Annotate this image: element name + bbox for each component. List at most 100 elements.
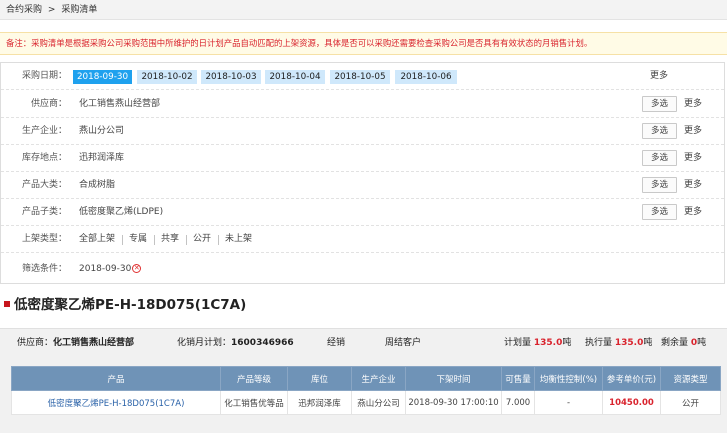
product-info-bar: 供应商：化工销售燕山经营部 化销月计划：1600346966 经销 周结客户 计… [0,328,727,356]
info-monthly-plan-value: 1600346966 [231,338,294,348]
warehouse-multi-select-button[interactable]: 多选 [642,150,677,166]
col-product: 产品 [11,366,221,391]
cell-product-link[interactable]: 低密度聚乙烯PE-H-18D075(1C7A) [11,390,221,415]
col-manufacturer: 生产企业 [351,366,406,391]
filter-label-condition: 筛选条件： [21,264,67,274]
product-table-area: 产品 产品等级 库位 生产企业 下架时间 可售量 均衡性控制(%) 参考单价(元… [0,356,727,433]
manufacturer-more-link[interactable]: 更多 [684,118,702,145]
filter-row-subcategory: 产品子类： 低密度聚乙烯(LDPE) 多选 更多 [1,199,724,226]
category-more-link[interactable]: 更多 [684,172,702,199]
filter-label-category: 产品大类： [21,180,67,190]
info-executed-label: 执行量 [585,338,613,348]
subcategory-more-link[interactable]: 更多 [684,199,702,226]
breadcrumb: 合约采购 > 采购清单 [0,0,727,20]
info-remaining: 剩余量 0吨 [661,329,706,357]
col-off-shelf-time: 下架时间 [405,366,502,391]
cell-location: 迅邦润泽库 [287,390,352,415]
breadcrumb-current: 采购清单 [61,5,98,15]
filter-panel: 采购日期： 2018-09-30 2018-10-02 2018-10-03 2… [0,62,725,284]
listing-type-shared[interactable]: 共享 [161,226,179,253]
info-planned: 计划量 135.0吨 [504,329,571,357]
filter-label-warehouse: 库存地点： [21,153,67,163]
subcategory-multi-select-button[interactable]: 多选 [642,204,677,220]
warehouse-more-link[interactable]: 更多 [684,145,702,172]
filter-row-date: 采购日期： 2018-09-30 2018-10-02 2018-10-03 2… [1,63,724,90]
cell-off-shelf-time: 2018-09-30 17:00:10 [405,390,502,415]
manufacturer-multi-select-button[interactable]: 多选 [642,123,677,139]
info-planned-value: 135.0 [533,338,563,348]
filter-condition-tag: 2018-09-30 ✕ [79,256,142,283]
listing-type-exclusive[interactable]: 专属 [129,226,147,253]
filter-value-warehouse[interactable]: 迅邦润泽库 [79,145,124,172]
info-executed: 执行量 135.0吨 [585,329,652,357]
date-option-5[interactable]: 2018-10-06 [395,70,457,84]
col-available-qty: 可售量 [501,366,535,391]
filter-row-manufacturer: 生产企业： 燕山分公司 多选 更多 [1,118,724,145]
date-option-2[interactable]: 2018-10-03 [201,70,261,84]
listing-type-public[interactable]: 公开 [193,226,211,253]
cell-grade: 化工销售优等品 [220,390,288,415]
date-option-3[interactable]: 2018-10-04 [265,70,325,84]
product-title-text: 低密度聚乙烯PE-H-18D075(1C7A) [14,297,247,313]
breadcrumb-root[interactable]: 合约采购 [6,5,42,15]
filter-row-warehouse: 库存地点： 迅邦润泽库 多选 更多 [1,145,724,172]
filter-row-category: 产品大类： 合成树脂 多选 更多 [1,172,724,199]
divider [154,235,155,245]
cell-manufacturer: 燕山分公司 [351,390,406,415]
info-remaining-unit: 吨 [697,338,707,348]
cell-balance-control: - [534,390,603,415]
filter-label-date: 采购日期： [21,71,67,81]
info-executed-value: 135.0 [614,338,644,348]
info-customer-type: 周结客户 [385,338,422,348]
filter-label-listing-type: 上架类型： [21,234,67,244]
category-multi-select-button[interactable]: 多选 [642,177,677,193]
filter-value-category[interactable]: 合成树脂 [79,172,115,199]
info-planned-label: 计划量 [504,338,532,348]
info-remaining-label: 剩余量 [661,338,689,348]
product-table: 产品 产品等级 库位 生产企业 下架时间 可售量 均衡性控制(%) 参考单价(元… [11,366,721,415]
filter-value-supplier[interactable]: 化工销售燕山经营部 [79,91,160,118]
date-option-0[interactable]: 2018-09-30 [73,70,132,84]
date-option-4[interactable]: 2018-10-05 [330,70,390,84]
divider [186,235,187,245]
filter-row-listing-type: 上架类型： 全部上架 专属 共享 公开 未上架 [1,226,724,253]
info-executed-unit: 吨 [643,338,653,348]
filter-label-supplier: 供应商： [30,99,67,109]
supplier-multi-select-button[interactable]: 多选 [642,96,677,112]
filter-condition-value: 2018-09-30 [79,264,132,274]
notice-banner: 备注：采购清单是根据采购公司采购范围中所维护的日计划产品自动匹配的上架资源，具体… [0,32,727,55]
divider [218,235,219,245]
col-ref-price: 参考单价(元) [602,366,661,391]
table-header-row: 产品 产品等级 库位 生产企业 下架时间 可售量 均衡性控制(%) 参考单价(元… [11,366,721,391]
supplier-more-link[interactable]: 更多 [684,91,702,118]
date-more-link[interactable]: 更多 [650,63,668,90]
date-option-1[interactable]: 2018-10-02 [137,70,197,84]
table-row: 低密度聚乙烯PE-H-18D075(1C7A) 化工销售优等品 迅邦润泽库 燕山… [11,390,721,415]
filter-value-subcategory[interactable]: 低密度聚乙烯(LDPE) [79,199,163,226]
filter-label-subcategory: 产品子类： [21,207,67,217]
info-supplier: 供应商：化工销售燕山经营部 [17,329,134,357]
cell-resource-type: 公开 [660,390,721,415]
info-sales-mode: 经销 [327,338,346,348]
info-supplier-value: 化工销售燕山经营部 [53,338,135,348]
close-circle-icon[interactable]: ✕ [132,264,142,273]
cell-available-qty: 7.000 [501,390,535,415]
listing-type-all[interactable]: 全部上架 [79,226,115,253]
square-bullet-icon [4,300,10,307]
listing-type-unlisted[interactable]: 未上架 [225,226,252,253]
cell-ref-price: 10450.00 [602,390,661,415]
col-location: 库位 [287,366,352,391]
info-monthly-plan-label: 化销月计划： [177,338,232,348]
info-supplier-label: 供应商： [17,338,54,348]
col-resource-type: 资源类型 [660,366,721,391]
filter-row-condition: 筛选条件： 2018-09-30 ✕ [1,256,724,283]
filter-row-supplier: 供应商： 化工销售燕山经营部 多选 更多 [1,91,724,118]
divider [122,235,123,245]
info-monthly-plan: 化销月计划：1600346966 [177,329,294,357]
product-title: 低密度聚乙烯PE-H-18D075(1C7A) [4,294,246,316]
info-planned-unit: 吨 [562,338,572,348]
col-grade: 产品等级 [220,366,288,391]
filter-label-manufacturer: 生产企业： [21,126,67,136]
filter-value-manufacturer[interactable]: 燕山分公司 [79,118,124,145]
breadcrumb-separator: > [47,5,56,15]
